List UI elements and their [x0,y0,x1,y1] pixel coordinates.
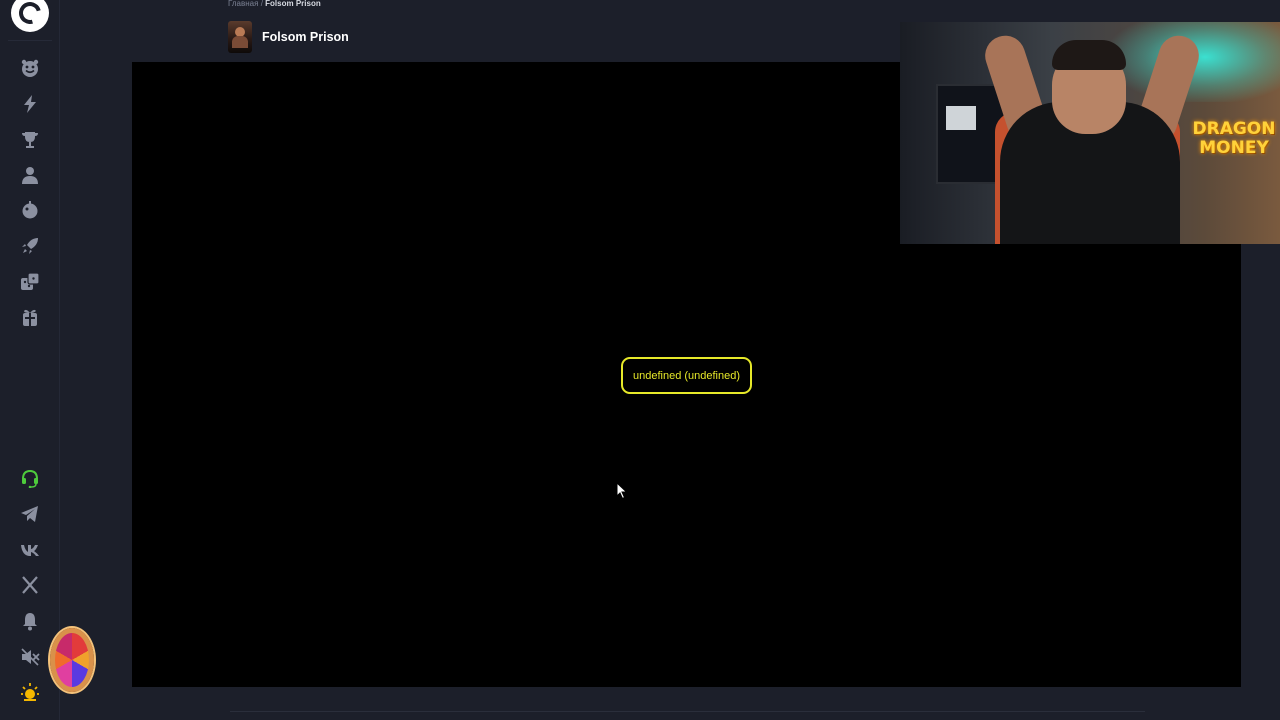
rocket-icon[interactable] [20,236,40,256]
neon-sign-line2: MONEY [1199,138,1269,158]
lightning-icon[interactable] [20,94,40,114]
smile-icon[interactable] [20,58,40,78]
sidebar [0,0,94,720]
footer-divider [230,711,1145,712]
user-icon[interactable] [20,165,40,185]
bell-icon[interactable] [20,611,40,631]
error-message: undefined (undefined) [621,357,752,394]
webcam-person-hair [1052,40,1126,70]
webcam-overlay: DRAGON MONEY [900,22,1280,244]
dice-icon[interactable] [20,272,40,292]
sun-icon[interactable] [20,682,40,702]
webcam-neon-sign: DRAGON MONEY [1190,120,1278,158]
logo-icon[interactable] [11,0,49,32]
bonus-wheel-icon[interactable] [50,628,94,692]
gift-icon[interactable] [20,307,40,327]
bomb-icon[interactable] [20,200,40,220]
vk-icon[interactable] [20,540,40,560]
mouse-cursor-icon [616,482,628,500]
x-icon[interactable] [20,575,40,595]
neon-sign-line1: DRAGON [1192,119,1276,139]
breadcrumb: Главная / Folsom Prison [228,0,321,8]
trophy-icon[interactable] [20,130,40,150]
sidebar-divider [8,40,52,41]
support-icon[interactable] [20,468,40,488]
breadcrumb-separator: / [260,0,263,8]
sound-off-icon[interactable] [20,647,40,667]
breadcrumb-current: Folsom Prison [265,0,321,8]
breadcrumb-home[interactable]: Главная [228,0,258,8]
telegram-icon[interactable] [20,504,40,524]
game-title: Folsom Prison [262,30,349,44]
game-thumbnail [228,21,252,53]
game-header: Folsom Prison [228,21,349,53]
